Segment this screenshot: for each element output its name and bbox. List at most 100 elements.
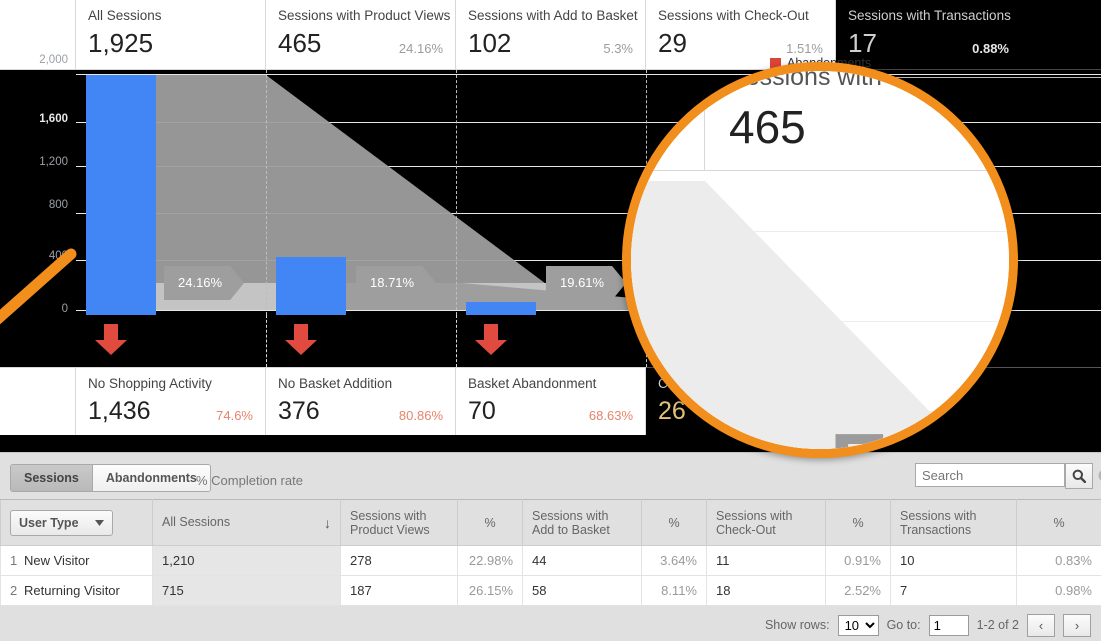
cell-all-sessions: 1,210 [152, 545, 341, 576]
kpi-card-sessions-with-add-to-basket[interactable]: Sessions with Add to Basket 102 5.3% [456, 0, 646, 70]
cell-check-out-pct: 2.52% [825, 575, 891, 606]
kpi-percent: 1.51% [786, 41, 823, 56]
abandonment-percent: 80.86% [398, 408, 443, 423]
prev-page-button[interactable]: ‹ [1027, 613, 1055, 637]
abandonment-card-check-out-abandonment[interactable]: Check-Out Abandonment 26 [646, 367, 836, 435]
abandonment-percent: 74.6% [216, 408, 253, 423]
column-label: % [1053, 515, 1065, 530]
tab-abandonments[interactable]: Abandonments [91, 465, 210, 491]
column-label: Sessions with Add to Basket [532, 508, 610, 537]
column-label: Sessions with Check-Out [716, 508, 793, 537]
column-header-transactions[interactable]: Sessions with Transactions [890, 499, 1017, 546]
abandonment-card-no-basket-addition[interactable]: No Basket Addition 376 80.86% [266, 367, 456, 435]
bar-add-to-basket [466, 302, 536, 315]
transition-rate-3: 19.61% [546, 266, 626, 300]
abandonment-card-basket-abandonment[interactable]: Basket Abandonment 70 68.63% [456, 367, 646, 435]
table-header-row: User Type All Sessions ↓ Sessions with P… [0, 499, 1101, 546]
y-tick-800: 800 [48, 199, 68, 211]
abandonment-title: No Basket Addition [278, 376, 393, 391]
kpi-percent: 24.16% [398, 41, 443, 56]
abandonment-title: Check-Out Abandonment [658, 376, 680, 391]
abandonment-arrow-strip [0, 315, 1101, 367]
cell-add-to-basket: 44 [522, 545, 642, 576]
table-row[interactable]: 2 Returning Visitor 715 187 26.15% 58 8.1… [0, 575, 1101, 606]
row-dimension: 1 New Visitor [0, 545, 153, 576]
kpi-percent: 0.88% [972, 41, 1009, 56]
kpi-value: 29 [658, 28, 687, 58]
cell-product-views: 187 [340, 575, 458, 606]
completion-rate-label: % Completion rate [196, 473, 303, 488]
chart-legend: Abandonments [762, 55, 1101, 78]
shopping-behavior-funnel-panel: All Sessions 1,925 Sessions with Product… [0, 0, 1101, 452]
y-tick-2000: 2,000 [39, 54, 68, 66]
kpi-card-all-sessions[interactable]: All Sessions 1,925 [76, 0, 266, 70]
column-header-add-to-basket-pct[interactable]: % [641, 499, 707, 546]
column-label: Sessions with Product Views [350, 508, 430, 537]
cell-check-out: 18 [706, 575, 826, 606]
show-rows-label: Show rows: [764, 618, 830, 632]
column-header-check-out[interactable]: Sessions with Check-Out [706, 499, 826, 546]
row-index: 1 [10, 553, 18, 568]
y-tick-1600: 1,600 [39, 113, 68, 125]
abandonment-card-no-shopping-activity[interactable]: No Shopping Activity 1,436 74.6% [76, 367, 266, 435]
kpi-card-sessions-with-transactions[interactable]: Sessions with Transactions 17 0.88% [836, 0, 1101, 70]
rows-per-page-select[interactable]: 10 [837, 614, 879, 636]
search-box[interactable] [915, 463, 1101, 487]
goto-page-input[interactable] [928, 614, 969, 636]
abandonment-cards: No Shopping Activity 1,436 74.6% No Bask… [0, 367, 1101, 435]
kpi-percent: 5.3% [603, 41, 633, 56]
cell-all-sessions: 715 [152, 575, 341, 606]
search-button[interactable] [1065, 463, 1093, 489]
column-header-add-to-basket[interactable]: Sessions with Add to Basket [522, 499, 642, 546]
data-table-panel: Sessions Abandonments % Completion rate [0, 452, 1101, 641]
view-mode-toggle: Sessions Abandonments [10, 464, 211, 492]
abandonment-down-arrow-3 [475, 324, 507, 355]
cell-transactions: 10 [890, 545, 1017, 576]
divider-2 [456, 70, 457, 315]
abandonment-percent: 68.63% [588, 408, 633, 423]
cell-check-out: 11 [706, 545, 826, 576]
row-dimension-label[interactable]: Returning Visitor [24, 583, 120, 598]
abandonment-down-arrow-4 [665, 324, 697, 355]
cell-transactions-pct: 0.83% [1016, 545, 1101, 576]
row-index: 2 [10, 583, 18, 598]
column-header-product-views[interactable]: Sessions with Product Views [340, 499, 458, 546]
abandonment-title: No Shopping Activity [88, 376, 212, 391]
table-row[interactable]: 1 New Visitor 1,210 278 22.98% 44 3.64% 1… [0, 545, 1101, 576]
abandonment-value: 26 [658, 397, 686, 425]
axis-dark-band [0, 70, 76, 138]
row-dimension: 2 Returning Visitor [0, 575, 153, 606]
divider-1 [266, 70, 267, 315]
kpi-title: Sessions with Transactions [848, 8, 1011, 23]
arrow-divider-2 [456, 315, 457, 367]
cell-transactions-pct: 0.98% [1016, 575, 1101, 606]
column-header-all-sessions[interactable]: All Sessions ↓ [152, 499, 341, 546]
user-type-selector[interactable]: User Type [10, 509, 113, 536]
arrow-divider-1 [266, 315, 267, 367]
abandonment-card-spacer [836, 367, 1101, 435]
column-label: All Sessions [162, 514, 231, 529]
arrow-divider-4 [836, 315, 837, 367]
kpi-value: 17 [848, 28, 877, 58]
legend-divider [762, 77, 1101, 78]
kpi-card-sessions-with-product-views[interactable]: Sessions with Product Views 465 24.16% [266, 0, 456, 70]
table-pagination: Show rows: 10 Go to: 1-2 of 2 ‹ › [0, 609, 1101, 641]
page-range-label: 1-2 of 2 [976, 618, 1019, 632]
abandonment-down-arrow-2 [285, 324, 317, 355]
column-header-product-views-pct[interactable]: % [457, 499, 523, 546]
next-page-button[interactable]: › [1063, 613, 1091, 637]
kpi-title: Sessions with Product Views [278, 8, 451, 23]
funnel-step-cards: All Sessions 1,925 Sessions with Product… [0, 0, 1101, 70]
cell-product-views-pct: 26.15% [457, 575, 523, 606]
tab-sessions[interactable]: Sessions [11, 465, 92, 491]
kpi-value: 102 [468, 28, 512, 58]
column-header-check-out-pct[interactable]: % [825, 499, 891, 546]
column-header-transactions-pct[interactable]: % [1016, 499, 1101, 546]
sort-desc-icon: ↓ [324, 514, 331, 531]
abandonments-legend-label: Abandonments [787, 56, 872, 70]
divider-3 [646, 70, 647, 315]
row-dimension-label[interactable]: New Visitor [24, 553, 90, 568]
table-toolbar: Sessions Abandonments % Completion rate [0, 453, 1101, 499]
abandonment-axis-spacer [0, 367, 76, 435]
cell-transactions: 7 [890, 575, 1017, 606]
